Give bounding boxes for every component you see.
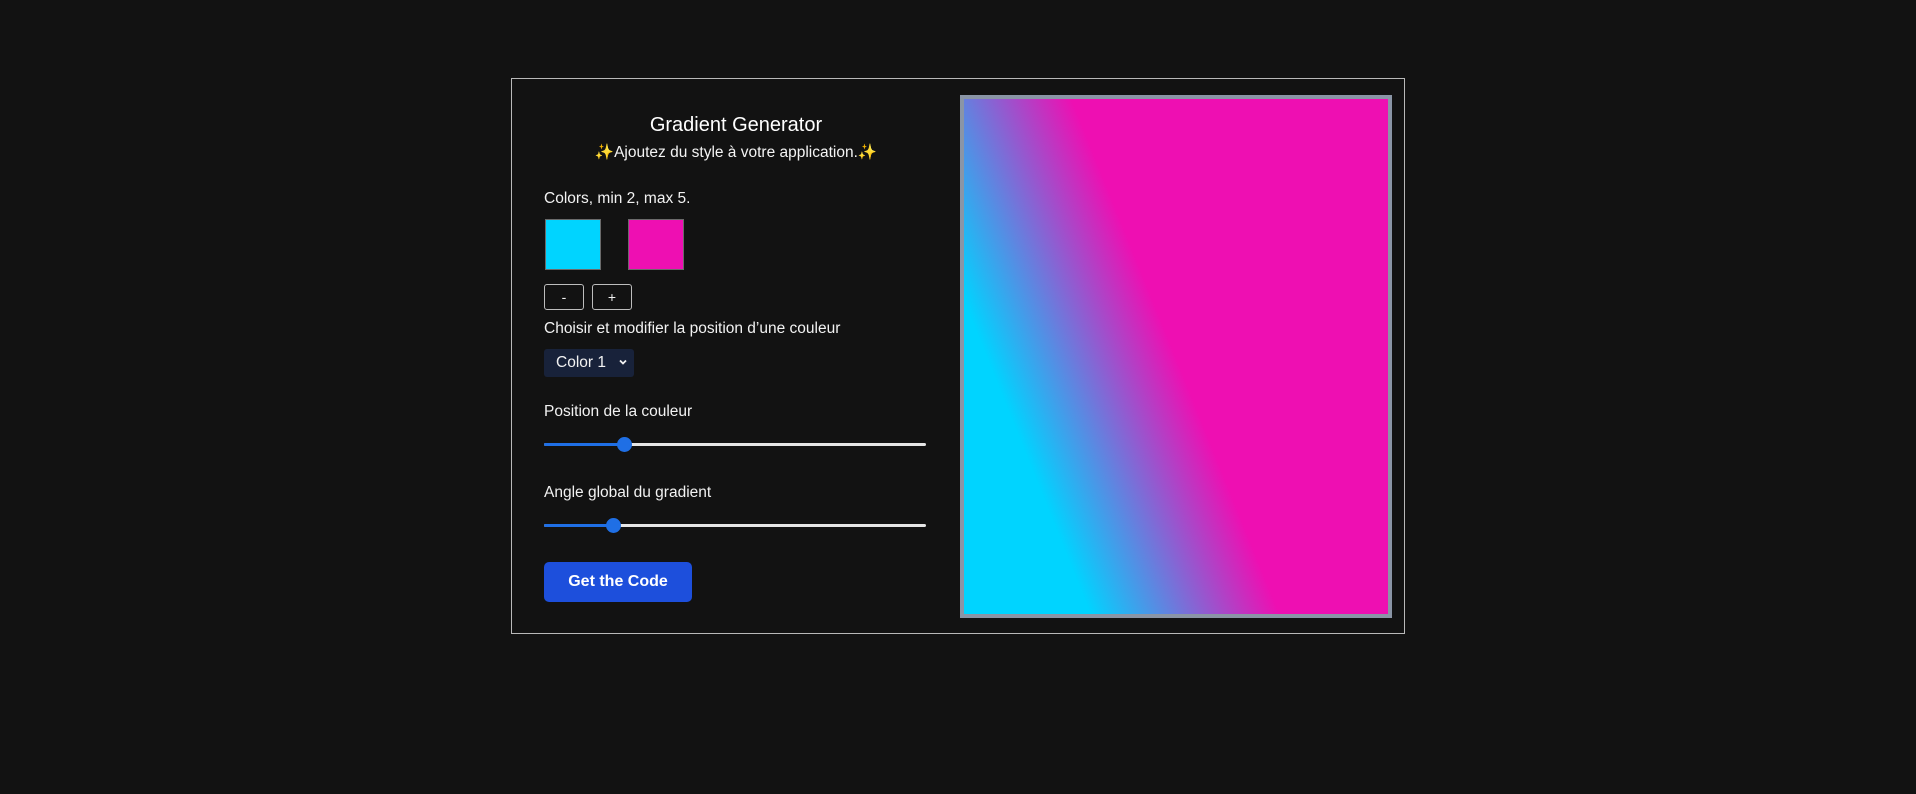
slider-fill (544, 443, 625, 446)
slider-thumb[interactable] (605, 518, 621, 533)
get-code-button[interactable]: Get the Code (544, 562, 692, 602)
color-select-label: Choisir et modifier la position d’une co… (544, 320, 841, 337)
add-color-button[interactable]: + (592, 284, 632, 310)
subtitle-text: Ajoutez du style à votre application. (614, 144, 858, 161)
color-select[interactable]: Color 1 (544, 349, 634, 377)
position-label: Position de la couleur (544, 403, 693, 420)
color-count-controls: - + (544, 284, 632, 310)
sparkles-icon: ✨ (857, 144, 878, 161)
sparkles-icon: ✨ (594, 144, 615, 161)
color-select-value: Color 1 (556, 354, 606, 371)
controls-panel: Gradient Generator ✨Ajoutez du style à v… (544, 79, 928, 633)
colors-label: Colors, min 2, max 5. (544, 190, 691, 207)
slider-thumb[interactable] (617, 437, 633, 452)
chevron-down-icon (619, 359, 627, 365)
color-swatches (545, 219, 684, 270)
angle-label: Angle global du gradient (544, 484, 712, 501)
slider-fill (544, 524, 613, 527)
remove-color-button[interactable]: - (544, 284, 584, 310)
angle-slider[interactable] (544, 518, 926, 534)
position-slider[interactable] (544, 437, 926, 453)
color-swatch-1[interactable] (545, 219, 601, 270)
color-swatch-2[interactable] (628, 219, 684, 270)
gradient-generator-card: Gradient Generator ✨Ajoutez du style à v… (511, 78, 1405, 634)
page-subtitle: ✨Ajoutez du style à votre application.✨ (544, 143, 928, 162)
page-title: Gradient Generator (649, 114, 823, 136)
gradient-preview (960, 95, 1392, 618)
